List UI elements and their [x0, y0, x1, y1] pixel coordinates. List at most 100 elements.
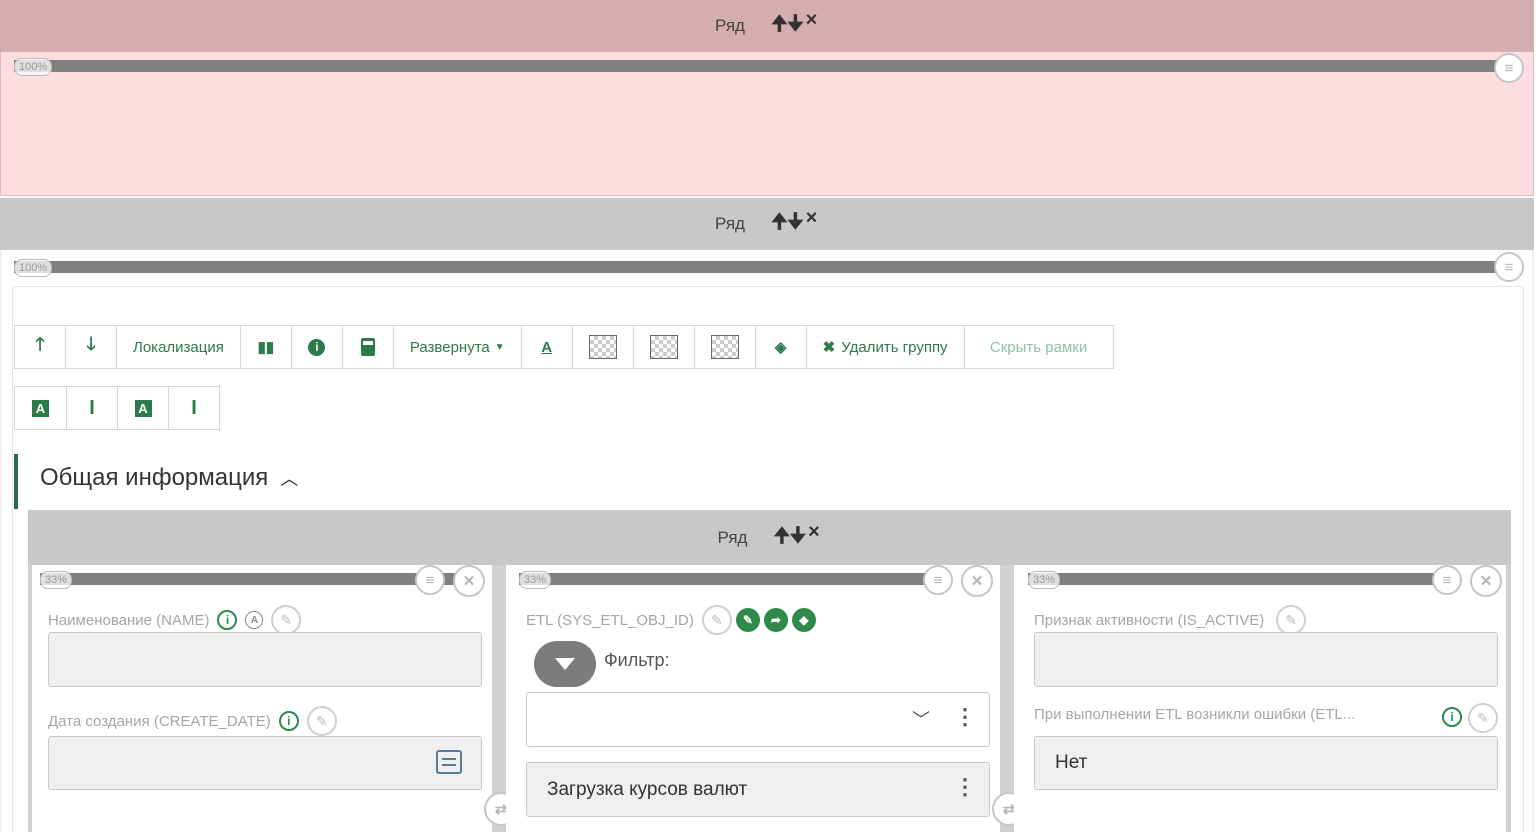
arrow-up-icon[interactable]: 🠉 — [773, 521, 791, 555]
column-3-width-bar[interactable] — [1028, 573, 1458, 585]
filter-button[interactable] — [534, 641, 596, 687]
localization-icon[interactable]: A — [245, 611, 264, 629]
font-icon: A — [32, 399, 49, 417]
row-label: Ряд — [715, 214, 745, 233]
row-1-width-label: 100% — [14, 58, 53, 76]
etl-errors-field[interactable]: Нет — [1034, 736, 1498, 790]
name-label: Наименование (NAME) i A ✎ — [48, 605, 302, 635]
redo-icon[interactable]: ➦ — [763, 608, 788, 632]
column-2-width-bar[interactable] — [519, 573, 949, 585]
binoculars-button[interactable]: ▮▮ — [239, 325, 292, 369]
delete-group-button[interactable]: ✖ Удалить группу — [805, 325, 965, 369]
group-toolbar: 🡑 🡓 Локализация ▮▮ i Развернута ▼ A ◈ ✖ … — [14, 325, 1114, 369]
text-style-toolbar: A I A I — [14, 386, 220, 430]
move-down-button[interactable]: 🡓 — [65, 325, 117, 369]
text-color-icon: A — [541, 338, 553, 356]
paint-bucket-icon: ◈ — [774, 339, 787, 356]
column-2-settings-icon[interactable]: ≡ — [923, 565, 953, 595]
edit-icon[interactable]: ✎ — [1276, 605, 1307, 635]
more-vertical-icon[interactable]: ⋮ — [954, 776, 976, 798]
text-cursor-button-2[interactable]: I — [168, 386, 220, 430]
row-1-width-bar[interactable] — [14, 60, 1522, 72]
close-icon[interactable]: × — [803, 207, 819, 241]
column-1-settings-icon[interactable]: ≡ — [415, 565, 445, 595]
localization-button[interactable]: Локализация — [116, 325, 241, 369]
column-2-width-label: 33% — [519, 571, 552, 589]
row-label: Ряд — [717, 527, 748, 547]
font-icon: A — [134, 399, 152, 417]
etl-label: ETL (SYS_ETL_OBJ_ID) ✎ ✎ ➦ ◆ — [526, 605, 816, 635]
pencil-icon[interactable]: ✎ — [735, 608, 760, 632]
info-icon[interactable]: i — [278, 711, 299, 731]
filter-label: Фильтр: — [604, 650, 670, 670]
close-icon: ✖ — [822, 339, 836, 356]
is-active-field[interactable] — [1034, 632, 1498, 687]
arrow-down-icon[interactable]: 🠋 — [787, 207, 804, 241]
column-3-remove-icon[interactable]: ✕ — [1470, 565, 1502, 597]
text-cursor-icon: I — [89, 396, 95, 419]
background-pattern-button-1[interactable] — [571, 325, 634, 369]
edit-icon[interactable]: ✎ — [1468, 703, 1498, 733]
row-label: Ряд — [715, 16, 745, 35]
section-title: Общая информация — [40, 464, 269, 491]
font-button-2[interactable]: A — [117, 386, 169, 430]
expanded-label: Развернута — [409, 338, 490, 356]
font-button-1[interactable]: A — [14, 386, 67, 430]
etl-errors-value: Нет — [1055, 752, 1088, 773]
close-icon[interactable]: × — [803, 9, 819, 43]
selected-etl-field[interactable]: Загрузка курсов валют — [526, 762, 990, 817]
create-date-label: Дата создания (CREATE_DATE) i ✎ — [48, 706, 337, 736]
column-3-settings-icon[interactable]: ≡ — [1432, 565, 1462, 595]
edit-icon[interactable]: ✎ — [271, 605, 302, 635]
selected-etl-value: Загрузка курсов валют — [547, 778, 748, 800]
eraser-icon[interactable]: ◆ — [791, 608, 816, 632]
delete-group-label: Удалить группу — [841, 338, 948, 356]
checker-icon — [649, 335, 678, 359]
column-1-width-bar[interactable] — [40, 573, 460, 585]
info-button[interactable]: i — [290, 325, 343, 369]
calendar-icon[interactable] — [436, 750, 462, 774]
lock-button[interactable] — [341, 325, 394, 369]
background-pattern-button-2[interactable] — [632, 325, 695, 369]
chevron-down-icon[interactable]: ﹀ — [912, 706, 930, 732]
create-date-field[interactable] — [48, 736, 482, 790]
expanded-dropdown[interactable]: Развернута ▼ — [392, 325, 522, 369]
arrow-up-icon[interactable]: 🠉 — [771, 9, 788, 43]
row-2-width-label: 100% — [14, 259, 53, 277]
text-cursor-button-1[interactable]: I — [66, 386, 118, 430]
row-1-header: Ряд 🠉 🠋 × — [0, 0, 1534, 52]
more-vertical-icon[interactable]: ⋮ — [954, 706, 976, 728]
row-2-settings-icon[interactable]: ≡ — [1494, 252, 1524, 282]
info-icon[interactable]: i — [217, 610, 238, 630]
column-3-width-label: 33% — [1028, 571, 1061, 589]
edit-icon[interactable]: ✎ — [306, 706, 337, 736]
column-1-remove-icon[interactable]: ✕ — [453, 565, 485, 597]
inner-row-header: Ряд 🠉 🠋 × — [28, 510, 1511, 565]
checker-icon — [710, 335, 739, 359]
checker-icon — [588, 335, 617, 359]
row-2-width-bar[interactable] — [14, 261, 1522, 273]
info-icon[interactable]: i — [1442, 707, 1462, 727]
section-accent-bar — [14, 454, 18, 509]
lock-icon — [360, 344, 375, 356]
etl-errors-label: При выполнении ETL возникли ошибки (ETL.… — [1034, 706, 1356, 723]
caret-down-icon: ▼ — [494, 341, 505, 353]
arrow-down-icon[interactable]: 🠋 — [789, 521, 807, 555]
filter-icon — [555, 658, 575, 670]
edit-icon[interactable]: ✎ — [701, 605, 732, 635]
move-up-button[interactable]: 🡑 — [14, 325, 66, 369]
arrow-down-icon[interactable]: 🠋 — [787, 9, 804, 43]
arrow-up-icon: 🡑 — [35, 334, 45, 354]
name-field[interactable] — [48, 632, 482, 687]
text-color-button[interactable]: A — [520, 325, 573, 369]
close-icon[interactable]: × — [805, 521, 821, 555]
hide-frames-button[interactable]: Скрыть рамки — [963, 325, 1114, 369]
section-header[interactable]: Общая информация ︿ — [40, 464, 298, 492]
text-cursor-icon: I — [191, 396, 197, 419]
row-1-settings-icon[interactable]: ≡ — [1494, 53, 1524, 83]
fill-color-button[interactable]: ◈ — [754, 325, 807, 369]
column-2-remove-icon[interactable]: ✕ — [961, 565, 993, 597]
background-pattern-button-3[interactable] — [693, 325, 756, 369]
column-1-width-label: 33% — [40, 571, 73, 589]
arrow-up-icon[interactable]: 🠉 — [771, 207, 788, 241]
